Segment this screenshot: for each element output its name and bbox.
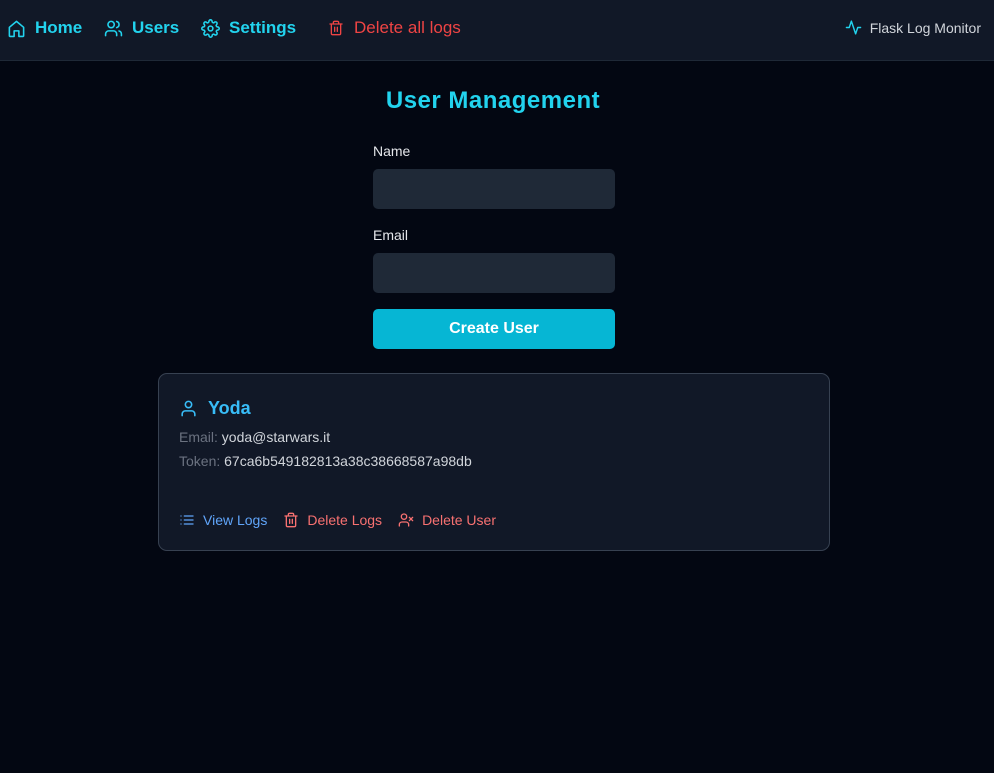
user-icon: [181, 400, 196, 417]
user-email-label: Email:: [179, 429, 218, 445]
user-email-line: Email: yoda@starwars.it: [179, 429, 330, 445]
name-input[interactable]: [373, 169, 615, 209]
email-input[interactable]: [373, 253, 615, 293]
delete-logs-button[interactable]: Delete Logs: [283, 512, 382, 528]
nav-settings-label: Settings: [229, 18, 297, 37]
delete-all-logs-button[interactable]: Delete all logs: [328, 17, 461, 39]
nav-home-label: Home: [35, 18, 83, 37]
user-token-value: 67ca6b549182813a38c38668587a98db: [224, 453, 472, 469]
user-card: Yoda Email: yoda@starwars.it Token: 67ca…: [158, 373, 830, 551]
users-icon: [104, 20, 123, 36]
user-email-value: yoda@starwars.it: [221, 429, 331, 445]
nav-home-link[interactable]: Home: [7, 17, 82, 39]
user-x-icon: [398, 513, 414, 527]
create-user-button[interactable]: Create User: [373, 309, 615, 349]
brand-label: Flask Log Monitor: [869, 19, 981, 36]
view-logs-label: View Logs: [203, 512, 268, 528]
app-brand: Flask Log Monitor: [845, 19, 981, 36]
email-field-group: Email: [373, 227, 615, 293]
user-name-heading: Yoda: [179, 398, 251, 419]
email-label: Email: [373, 227, 409, 243]
delete-user-button[interactable]: Delete User: [398, 512, 496, 528]
user-token-label: Token:: [179, 453, 221, 469]
page-title: User Management: [385, 87, 601, 114]
user-token-line: Token: 67ca6b549182813a38c38668587a98db: [179, 453, 472, 469]
user-name: Yoda: [208, 398, 251, 418]
top-navbar: Home Users Settings Delete all logs Flas…: [0, 0, 994, 61]
nav-users-label: Users: [132, 18, 180, 37]
create-user-form: Name Email Create User: [373, 143, 615, 349]
delete-logs-label: Delete Logs: [307, 512, 383, 528]
delete-user-label: Delete User: [422, 512, 496, 528]
list-icon: [180, 515, 194, 525]
nav-settings-link[interactable]: Settings: [201, 17, 296, 39]
user-actions: View Logs Delete Logs Delete User: [179, 512, 496, 528]
name-label: Name: [373, 143, 411, 159]
home-icon: [8, 20, 25, 37]
view-logs-button[interactable]: View Logs: [179, 512, 267, 528]
activity-icon: [845, 20, 862, 35]
name-field-group: Name: [373, 143, 615, 209]
gear-icon: [201, 18, 220, 38]
delete-all-logs-label: Delete all logs: [354, 18, 461, 37]
trash-icon: [329, 20, 343, 36]
trash-icon: [284, 512, 299, 528]
nav-users-link[interactable]: Users: [104, 17, 179, 39]
